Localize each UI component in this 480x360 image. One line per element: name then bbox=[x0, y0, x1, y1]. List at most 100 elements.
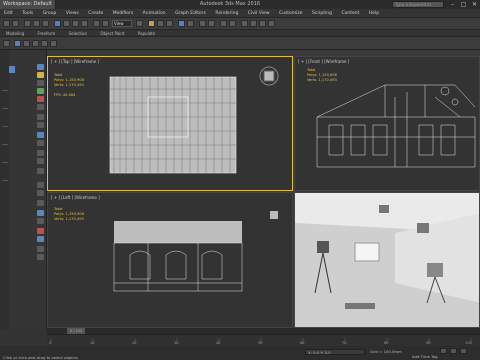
viewport-front[interactable]: [ + ] [Front ] [Wireframe ] Total Polys:… bbox=[294, 56, 480, 191]
helpers-icon[interactable] bbox=[37, 150, 44, 156]
menu-item[interactable]: Tools bbox=[18, 9, 37, 18]
play-icon[interactable] bbox=[440, 348, 447, 354]
select-by-name-icon[interactable] bbox=[63, 20, 70, 27]
panel-row bbox=[2, 162, 8, 163]
render-icon[interactable] bbox=[268, 20, 275, 27]
lights-icon[interactable] bbox=[37, 132, 44, 138]
reference-coordinate-dropdown[interactable]: View bbox=[112, 20, 132, 27]
viewcube-icon[interactable] bbox=[258, 65, 280, 87]
menu-item[interactable]: Content bbox=[337, 9, 363, 18]
command-panel bbox=[0, 50, 47, 330]
undo-icon[interactable] bbox=[3, 20, 10, 27]
coordinate-readout[interactable]: X: 0.0 Y: 0.0 bbox=[305, 349, 365, 355]
close-button[interactable]: ✕ bbox=[469, 0, 480, 9]
systems-icon[interactable] bbox=[37, 168, 44, 174]
go-to-end-icon[interactable] bbox=[460, 348, 467, 354]
hierarchy-icon[interactable] bbox=[37, 80, 44, 86]
menu-item[interactable]: Create bbox=[84, 9, 107, 18]
material-editor-icon[interactable] bbox=[241, 20, 248, 27]
angle-snap-icon[interactable] bbox=[157, 20, 164, 27]
menu-item[interactable]: Help bbox=[365, 9, 383, 18]
ribbon-tabs: Modeling Freeform Selection Object Paint… bbox=[0, 30, 480, 37]
tool-icon[interactable] bbox=[37, 210, 44, 216]
shapes-icon[interactable] bbox=[37, 122, 44, 128]
geometry-icon[interactable] bbox=[37, 114, 44, 120]
vertex-mode-icon[interactable] bbox=[14, 40, 21, 47]
tool-icon[interactable] bbox=[37, 200, 44, 206]
create-icon[interactable] bbox=[37, 64, 44, 70]
menu-item[interactable]: Group bbox=[39, 9, 61, 18]
search-input[interactable]: Type a keyword or phrase bbox=[392, 1, 444, 13]
menu-item[interactable]: Modifiers bbox=[109, 9, 138, 18]
workspace-selector[interactable]: Workspace: Default bbox=[0, 0, 56, 9]
panel-row bbox=[2, 126, 8, 127]
tool-icon[interactable] bbox=[37, 190, 44, 196]
minimize-button[interactable]: – bbox=[447, 0, 458, 9]
maxscript-listener[interactable] bbox=[0, 329, 47, 346]
tick-label: 90 bbox=[426, 341, 431, 345]
track-bar[interactable]: 0 10 20 30 40 50 60 70 80 90 100 bbox=[47, 334, 480, 346]
element-mode-icon[interactable] bbox=[50, 40, 57, 47]
select-object-icon[interactable] bbox=[54, 20, 61, 27]
menu-item[interactable]: Customize bbox=[275, 9, 307, 18]
viewcube-icon[interactable] bbox=[270, 211, 278, 219]
redo-icon[interactable] bbox=[12, 20, 19, 27]
pivot-center-icon[interactable] bbox=[136, 20, 143, 27]
viewport-perspective[interactable]: [ + ] [Perspective ] [Realistic ] bbox=[294, 192, 480, 328]
menu-item[interactable]: Graph Editors bbox=[171, 9, 210, 18]
tab-modeling[interactable]: Modeling bbox=[0, 30, 30, 37]
align-icon[interactable] bbox=[187, 20, 194, 27]
display-icon[interactable] bbox=[37, 96, 44, 102]
menu-item[interactable]: Edit bbox=[0, 9, 17, 18]
panel-row bbox=[2, 144, 8, 145]
bind-space-warp-icon[interactable] bbox=[42, 20, 49, 27]
schematic-view-icon[interactable] bbox=[229, 20, 236, 27]
add-time-tag[interactable]: Add Time Tag bbox=[412, 354, 437, 359]
spacewarps-icon[interactable] bbox=[37, 158, 44, 164]
tool-icon[interactable] bbox=[37, 246, 44, 252]
layer-explorer-icon[interactable] bbox=[208, 20, 215, 27]
rotate-icon[interactable] bbox=[102, 20, 109, 27]
scene-explorer-icon[interactable] bbox=[199, 20, 206, 27]
mirror-icon[interactable] bbox=[178, 20, 185, 27]
utilities-icon[interactable] bbox=[37, 104, 44, 110]
menu-item[interactable]: Civil View bbox=[244, 9, 274, 18]
front-wireframe bbox=[316, 84, 476, 168]
cameras-icon[interactable] bbox=[37, 140, 44, 146]
unlink-icon[interactable] bbox=[33, 20, 40, 27]
viewport-top[interactable]: [ + ] [Top ] [Wireframe ] Total Polys: 1… bbox=[47, 56, 293, 191]
tab-populate[interactable]: Populate bbox=[132, 30, 161, 37]
border-mode-icon[interactable] bbox=[32, 40, 39, 47]
maximize-button[interactable]: □ bbox=[458, 0, 469, 9]
rendered-frame-icon[interactable] bbox=[259, 20, 266, 27]
tool-icon[interactable] bbox=[37, 218, 44, 224]
modify-icon[interactable] bbox=[37, 72, 44, 78]
curve-editor-icon[interactable] bbox=[220, 20, 227, 27]
snaps-toggle-icon[interactable] bbox=[148, 20, 155, 27]
menu-item[interactable]: Views bbox=[62, 9, 83, 18]
percent-snap-icon[interactable] bbox=[166, 20, 173, 27]
move-icon[interactable] bbox=[93, 20, 100, 27]
tool-icon[interactable] bbox=[37, 236, 44, 242]
tool-icon[interactable] bbox=[37, 254, 44, 260]
motion-icon[interactable] bbox=[37, 88, 44, 94]
tool-icon[interactable] bbox=[37, 182, 44, 188]
viewport-left[interactable]: [ + ] [Left ] [Wireframe ] Total Polys: … bbox=[47, 192, 293, 328]
menu-item[interactable]: Rendering bbox=[211, 9, 242, 18]
polygon-modeling-icon[interactable] bbox=[3, 40, 10, 47]
render-setup-icon[interactable] bbox=[250, 20, 257, 27]
menu-bar: Edit Tools Group Views Create Modifiers … bbox=[0, 9, 480, 18]
tool-icon[interactable] bbox=[37, 228, 44, 234]
tab-selection[interactable]: Selection bbox=[63, 30, 93, 37]
poly-mode-icon[interactable] bbox=[41, 40, 48, 47]
tab-object-paint[interactable]: Object Paint bbox=[94, 30, 130, 37]
menu-item[interactable]: Animation bbox=[139, 9, 170, 18]
window-crossing-icon[interactable] bbox=[81, 20, 88, 27]
next-frame-icon[interactable] bbox=[450, 348, 457, 354]
menu-item[interactable]: Scripting bbox=[308, 9, 336, 18]
selection-region-icon[interactable] bbox=[72, 20, 79, 27]
edge-mode-icon[interactable] bbox=[23, 40, 30, 47]
link-icon[interactable] bbox=[24, 20, 31, 27]
tab-freeform[interactable]: Freeform bbox=[31, 30, 61, 37]
active-panel-tab[interactable] bbox=[9, 66, 15, 73]
